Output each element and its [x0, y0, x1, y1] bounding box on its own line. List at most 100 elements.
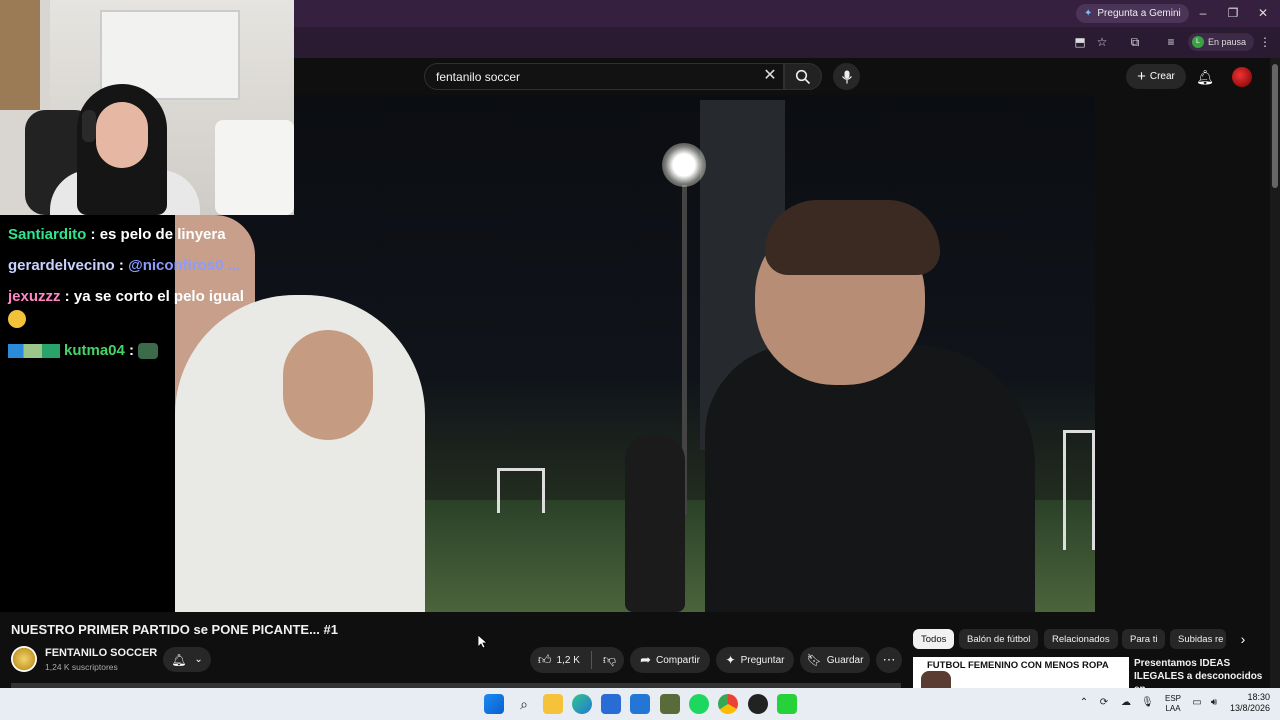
more-actions-button[interactable]: ⋯	[876, 647, 902, 673]
video-frame-player-background	[625, 435, 685, 612]
chat-username: gerardelvecino	[8, 257, 115, 274]
plus-icon: +	[1137, 68, 1146, 85]
share-label: Compartir	[656, 654, 700, 666]
tray-sync-icon[interactable]: ⟳	[1098, 697, 1110, 709]
share-icon: ➦	[640, 652, 651, 667]
spotify-icon[interactable]	[689, 694, 709, 714]
webcam-bed	[215, 120, 294, 215]
tray-volume-icon[interactable]: 🔊︎	[1208, 697, 1220, 709]
like-count: 1,2 K	[556, 654, 580, 666]
tray-mic-icon[interactable]: 🎙︎	[1141, 697, 1154, 709]
divider	[590, 651, 592, 669]
microphone-icon	[841, 70, 852, 83]
emote-icon	[8, 310, 26, 328]
chip-para-ti[interactable]: Para ti	[1122, 629, 1166, 649]
taskbar-search-icon[interactable]: ⌕	[514, 694, 534, 714]
video-frame-face-hoodie	[283, 330, 373, 440]
edge-browser-icon[interactable]	[572, 694, 592, 714]
chrome-icon[interactable]	[718, 694, 738, 714]
chat-message: gerardelvecino : @niconfiros0 ...	[8, 257, 240, 274]
channel-avatar[interactable]	[11, 646, 37, 672]
video-frame-hair-right	[765, 200, 940, 275]
chat-username: jexuzzz	[8, 288, 61, 305]
video-player[interactable]	[175, 95, 1095, 612]
profile-status: En pausa	[1208, 37, 1247, 47]
ask-button[interactable]: ✦ Preguntar	[716, 647, 794, 673]
scrollbar-thumb[interactable]	[1272, 64, 1278, 188]
account-avatar[interactable]	[1232, 67, 1252, 87]
browser-menu-icon[interactable]: ⋮	[1256, 33, 1274, 51]
emote-icon	[138, 343, 159, 360]
language-code: ESP	[1164, 694, 1181, 703]
mouse-cursor-icon	[478, 635, 487, 649]
chat-separator: :	[114, 257, 129, 274]
subscription-bell-button[interactable]: 🔔︎ ⌄	[163, 647, 211, 672]
badge-icons	[8, 344, 60, 359]
chat-message: jexuzzz : ya se corto el pelo igual	[8, 288, 244, 305]
restore-icon[interactable]: ❐	[1223, 4, 1243, 22]
chip-balon-de-futbol[interactable]: Balón de fútbol	[959, 629, 1039, 649]
install-app-icon[interactable]: ⬒	[1071, 33, 1089, 51]
windows-start-icon[interactable]	[484, 694, 504, 714]
keyboard-layout: LAA	[1165, 704, 1181, 713]
search-input[interactable]: fentanilo soccer	[424, 63, 784, 90]
share-button[interactable]: ➦ Compartir	[630, 647, 710, 673]
minimize-icon[interactable]: –	[1193, 4, 1213, 22]
sparkle-icon: ✦	[725, 653, 736, 667]
chat-text: @niconfiros0 ...	[128, 257, 241, 274]
search-button[interactable]	[784, 63, 822, 90]
clock-time: 18:30	[1247, 692, 1270, 702]
chat-text: ya se corto el pelo igual	[73, 288, 244, 305]
language-indicator[interactable]: ESP LAA	[1163, 694, 1183, 714]
webcam-streamer-face	[96, 102, 148, 168]
extensions-icon[interactable]: ⧉	[1126, 33, 1144, 51]
file-explorer-icon[interactable]	[543, 694, 563, 714]
media-controls-icon[interactable]: ≡	[1162, 33, 1180, 51]
chip-subidas-recientes[interactable]: Subidas re	[1170, 629, 1226, 649]
save-button[interactable]: 🔖︎ Guardar	[800, 647, 870, 673]
tray-display-icon[interactable]: ▭	[1191, 697, 1203, 709]
bookmark-icon: 🔖︎	[806, 653, 822, 667]
video-frame-floodlight	[662, 143, 706, 187]
create-button[interactable]: + Crear	[1126, 64, 1186, 89]
video-frame-goal-right	[1063, 430, 1095, 550]
chat-separator: :	[86, 226, 100, 243]
notifications-bell-icon[interactable]: 🔔︎	[1194, 66, 1216, 88]
kick-icon[interactable]	[777, 694, 797, 714]
streamer-webcam	[0, 0, 294, 215]
chevron-down-icon: ⌄	[194, 654, 203, 665]
gemini-button[interactable]: ✦ Pregunta a Gemini	[1076, 4, 1189, 23]
chevron-right-icon[interactable]: ›	[1234, 630, 1252, 648]
chip-todos[interactable]: Todos	[913, 629, 955, 649]
tray-overflow-icon[interactable]: ⌃	[1078, 697, 1090, 709]
create-label: Crear	[1149, 71, 1175, 82]
ask-label: Preguntar	[740, 654, 785, 666]
webcam-cork-board	[0, 0, 40, 110]
obs-icon[interactable]	[748, 694, 768, 714]
close-window-icon[interactable]: ✕	[1253, 4, 1273, 22]
thumbnail-text: FUTBOL FEMENINO CON MENOS ROPA	[927, 660, 1109, 671]
subscriber-count: 1,24 K suscriptores	[45, 662, 118, 672]
chat-message: kutma04 :	[8, 342, 159, 360]
chat-username: Santiardito	[8, 226, 87, 243]
chat-username: kutma04	[64, 342, 125, 359]
recommendation-thumbnail[interactable]: FUTBOL FEMENINO CON MENOS ROPA	[913, 657, 1129, 688]
tray-cloud-icon[interactable]: ☁	[1120, 697, 1132, 709]
like-dislike-group: 👍︎ 1,2 K 👎︎	[530, 647, 624, 673]
gemini-icon: ✦	[1084, 8, 1093, 19]
channel-name[interactable]: FENTANILO SOCCER	[45, 647, 157, 659]
voice-search-button[interactable]	[833, 63, 860, 90]
minecraft-icon[interactable]	[660, 694, 680, 714]
microsoft-store-icon[interactable]	[601, 694, 621, 714]
profile-button[interactable]: L En pausa	[1188, 33, 1255, 51]
save-label: Guardar	[826, 654, 864, 666]
clock[interactable]: 18:30 13/8/2026	[1226, 692, 1270, 714]
chat-separator: :	[60, 288, 74, 305]
like-button[interactable]: 👍︎ 1,2 K	[538, 652, 580, 668]
thumbs-down-icon[interactable]: 👎︎	[603, 652, 616, 668]
outlook-icon[interactable]	[630, 694, 650, 714]
clear-search-icon[interactable]: ✕	[760, 65, 780, 87]
chip-relacionados[interactable]: Relacionados	[1044, 629, 1118, 649]
bookmark-star-icon[interactable]: ☆	[1093, 33, 1111, 51]
chat-text: es pelo de linyera	[99, 226, 226, 243]
